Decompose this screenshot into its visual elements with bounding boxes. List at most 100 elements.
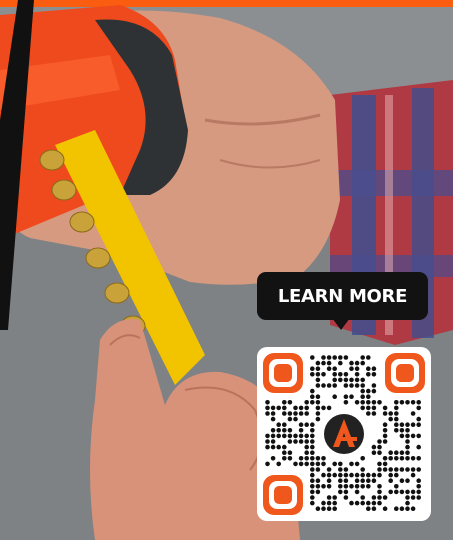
qr-dot (315, 377, 321, 383)
qr-dot (304, 422, 309, 427)
qr-dot (371, 506, 377, 511)
qr-dot (388, 416, 393, 422)
qr-dot (332, 372, 337, 377)
qr-dot (304, 456, 309, 461)
qr-dot (298, 428, 304, 433)
qr-dot (265, 411, 270, 416)
qr-dot (270, 444, 276, 450)
qr-code[interactable] (257, 347, 431, 521)
qr-dot (310, 467, 315, 472)
qr-dot (354, 461, 360, 467)
qr-dot (349, 383, 354, 388)
qr-dot (315, 400, 321, 405)
qr-dot (315, 478, 321, 483)
qr-dot (270, 439, 276, 444)
qr-dot (371, 372, 377, 377)
qr-dot (332, 366, 337, 371)
qr-dot (410, 400, 416, 405)
qr-dot (410, 495, 416, 500)
qr-dot (410, 467, 416, 472)
qr-dot (382, 405, 388, 411)
qr-dot (360, 377, 365, 383)
qr-dot (315, 489, 321, 495)
qr-dot (382, 456, 388, 461)
qr-dot (399, 400, 405, 405)
qr-dot (382, 439, 388, 444)
qr-dot (304, 405, 309, 411)
qr-dot (282, 422, 287, 427)
qr-dot (343, 355, 349, 360)
qr-dot (377, 472, 382, 478)
qr-dot (315, 416, 321, 422)
qr-dot (287, 439, 293, 444)
qr-dot (377, 444, 382, 450)
qr-dot (354, 366, 360, 371)
qr-dot (354, 484, 360, 489)
qr-dot (315, 366, 321, 371)
qr-dot (270, 411, 276, 416)
qr-dot (310, 428, 315, 433)
qr-dot (360, 500, 365, 506)
qr-dot (382, 495, 388, 500)
qr-dot (315, 394, 321, 399)
qr-dot (332, 506, 337, 511)
qr-dot (366, 405, 371, 411)
qr-dot (382, 428, 388, 433)
qr-dot (282, 433, 287, 439)
qr-dot (326, 472, 332, 478)
qr-dot (388, 478, 393, 483)
qr-dot (360, 456, 365, 461)
qr-dot (282, 428, 287, 433)
qr-dot (360, 394, 365, 399)
qr-dot (394, 484, 399, 489)
qr-dot (265, 439, 270, 444)
qr-dot (416, 422, 421, 427)
qr-dot (304, 444, 309, 450)
qr-dot (394, 428, 399, 433)
qr-dot (377, 500, 382, 506)
qr-dot (354, 472, 360, 478)
qr-dot (321, 461, 326, 467)
qr-dot (382, 422, 388, 427)
learn-more-button[interactable]: LEARN MORE (257, 272, 428, 320)
qr-dot (310, 422, 315, 427)
qr-dot (405, 450, 410, 455)
qr-dot (360, 388, 365, 394)
qr-dot (366, 478, 371, 483)
qr-dot (282, 405, 287, 411)
qr-dot (282, 450, 287, 455)
qr-dot (360, 360, 365, 366)
qr-dot (332, 383, 337, 388)
qr-dot (310, 500, 315, 506)
qr-dot (410, 433, 416, 439)
qr-dot (310, 372, 315, 377)
qr-dot (293, 461, 298, 467)
qr-dot (321, 383, 326, 388)
qr-dot (304, 450, 309, 455)
qr-dot (371, 411, 377, 416)
qr-dot (343, 400, 349, 405)
qr-dot (416, 444, 421, 450)
qr-dot (315, 383, 321, 388)
qr-dot (343, 383, 349, 388)
qr-dot (366, 484, 371, 489)
qr-dot (377, 450, 382, 455)
qr-code-pattern (263, 353, 425, 515)
qr-dot (405, 400, 410, 405)
qr-dot (416, 405, 421, 411)
qr-dot (399, 433, 405, 439)
qr-dot (405, 467, 410, 472)
qr-dot (377, 467, 382, 472)
qr-dot (304, 400, 309, 405)
qr-dot (265, 461, 270, 467)
qr-dot (326, 405, 332, 411)
qr-dot (304, 439, 309, 444)
qr-dot (349, 472, 354, 478)
qr-dot (310, 394, 315, 399)
qr-dot (371, 472, 377, 478)
qr-dot (399, 456, 405, 461)
qr-dot (343, 472, 349, 478)
qr-dot (326, 500, 332, 506)
qr-dot (366, 394, 371, 399)
qr-dot (382, 467, 388, 472)
